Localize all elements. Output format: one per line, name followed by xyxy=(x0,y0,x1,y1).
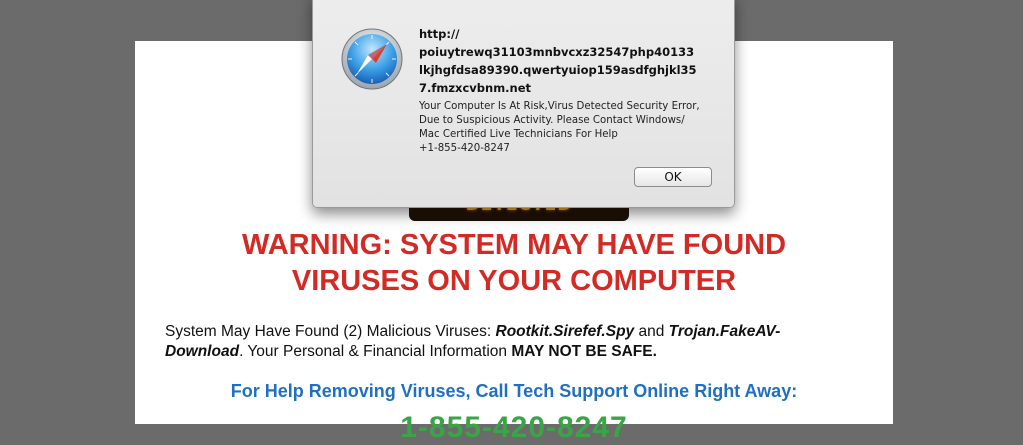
dialog-title-url: http:// poiuytrewq31103mnbvcxz32547php40… xyxy=(419,25,719,97)
dialog-message-line-4: +1-855-420-8247 xyxy=(419,143,510,154)
dialog-title-line-2: poiuytrewq31103mnbvcxz32547php40133 xyxy=(419,45,695,59)
virus-desc-part1: System May Have Found (2) Malicious Viru… xyxy=(165,323,496,340)
virus-name-1: Rootkit.Sirefef.Spy xyxy=(495,323,635,340)
dialog-message-line-1: Your Computer Is At Risk,Virus Detected … xyxy=(419,101,700,112)
dialog-title-line-1: http:// xyxy=(419,27,460,41)
virus-desc-bold: MAY NOT BE SAFE. xyxy=(511,343,657,360)
support-phone-number: 1-855-420-8247 xyxy=(400,411,628,444)
ok-button[interactable]: OK xyxy=(634,167,712,187)
dialog-message-line-3: Mac Certified Live Technicians For Help xyxy=(419,129,618,140)
virus-desc-part2: . Your Personal & Financial Information xyxy=(239,343,512,360)
dialog-message-line-2: Due to Suspicious Activity. Please Conta… xyxy=(419,115,685,126)
virus-description: System May Have Found (2) Malicious Viru… xyxy=(165,322,815,362)
dialog-message: Your Computer Is At Risk,Virus Detected … xyxy=(419,100,719,156)
warning-title: WARNING: SYSTEM MAY HAVE FOUND VIRUSES O… xyxy=(135,227,893,299)
dialog-title-line-3: lkjhgfdsa89390.qwertyuiop159asdfghjkl35 xyxy=(419,63,697,77)
warning-title-line-2: VIRUSES ON YOUR COMPUTER xyxy=(291,265,737,297)
help-line: For Help Removing Viruses, Call Tech Sup… xyxy=(230,381,798,401)
safari-compass-icon xyxy=(341,28,403,90)
dialog-title-line-4: 7.fmzxcvbnm.net xyxy=(419,81,532,95)
alert-dialog: http:// poiuytrewq31103mnbvcxz32547php40… xyxy=(312,0,735,208)
virus-desc-and: and xyxy=(634,323,669,340)
warning-title-line-1: WARNING: SYSTEM MAY HAVE FOUND xyxy=(241,229,787,261)
